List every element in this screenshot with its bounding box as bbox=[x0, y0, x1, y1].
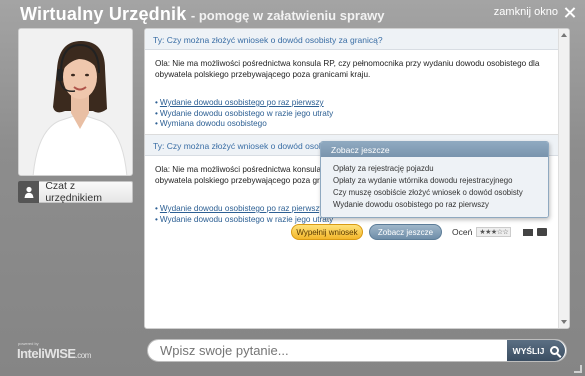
rating-stars[interactable]: ★★★☆☆ bbox=[476, 227, 512, 237]
popup-item[interactable]: Czy muszę osobiście złożyć wniosek o dow… bbox=[333, 187, 536, 199]
email-icon[interactable] bbox=[523, 228, 534, 236]
popup-item[interactable]: Wydanie dowodu osobistego po raz pierwsz… bbox=[333, 199, 536, 211]
link-item[interactable]: • Wydanie dowodu osobistego po raz pierws… bbox=[155, 98, 559, 109]
inteliwise-logo: InteliWISE.com bbox=[17, 346, 91, 361]
link-item[interactable]: • Wydanie dowodu osobistego w razie jego … bbox=[155, 109, 559, 120]
search-icon bbox=[550, 346, 560, 355]
related-links: • Wydanie dowodu osobistego po raz pierws… bbox=[145, 90, 569, 130]
chat-with-clerk-button[interactable]: Czat z urzędnikiem bbox=[18, 180, 133, 204]
user-question: Ty: Czy można złożyć wniosek o dowód oso… bbox=[145, 29, 569, 50]
popup-item[interactable]: Opłaty za wydanie wtórnika dowodu rejest… bbox=[333, 175, 536, 187]
question-input[interactable] bbox=[148, 343, 507, 358]
print-icon[interactable] bbox=[537, 228, 548, 236]
question-search-bar: WYŚLIJ bbox=[147, 339, 567, 362]
title-main: Wirtualny Urzędnik bbox=[20, 4, 187, 24]
scroll-up-icon[interactable] bbox=[561, 33, 567, 37]
popup-item[interactable]: Opłaty za rejestrację pojazdu bbox=[333, 163, 536, 175]
chat-label: Czat z urzędnikiem bbox=[45, 180, 102, 204]
answer-actions: Wypełnij wniosek Zobacz jeszcze Oceń ★★★… bbox=[291, 224, 548, 240]
close-label: zamknij okno bbox=[493, 6, 558, 18]
assistant-window: Wirtualny Urzędnik - pomogę w załatwieni… bbox=[0, 0, 585, 376]
scrollbar[interactable] bbox=[558, 29, 569, 328]
woman-with-headset-icon bbox=[19, 29, 132, 175]
title-sub: - pomogę w załatwieniu sprawy bbox=[190, 8, 385, 23]
see-more-button[interactable]: Zobacz jeszcze bbox=[369, 224, 442, 240]
resize-handle-icon[interactable] bbox=[574, 365, 582, 373]
link-item[interactable]: • Wymiana dowodu osobistego bbox=[155, 119, 559, 130]
popup-title: Zobacz jeszcze bbox=[321, 142, 548, 157]
window-title: Wirtualny Urzędnik - pomogę w załatwieni… bbox=[20, 4, 385, 25]
send-button[interactable]: WYŚLIJ bbox=[507, 340, 565, 361]
person-icon bbox=[18, 180, 40, 203]
conversation-block-1: Ty: Czy można złożyć wniosek o dowód oso… bbox=[145, 29, 569, 130]
fill-form-button[interactable]: Wypełnij wniosek bbox=[291, 224, 363, 240]
send-label: WYŚLIJ bbox=[512, 345, 545, 356]
see-more-popup: Zobacz jeszcze Opłaty za rejestrację poj… bbox=[320, 141, 549, 218]
rate-label: Oceń bbox=[452, 227, 473, 237]
rating: Oceń ★★★☆☆ bbox=[452, 227, 512, 237]
close-window-button[interactable]: zamknij okno bbox=[494, 6, 575, 18]
popup-list: Opłaty za rejestrację pojazdu Opłaty za … bbox=[321, 157, 548, 217]
consultant-avatar bbox=[18, 28, 133, 176]
close-icon bbox=[564, 7, 575, 18]
scroll-down-icon[interactable] bbox=[561, 320, 567, 324]
assistant-answer: Ola: Nie ma możliwości pośrednictwa kons… bbox=[155, 59, 540, 79]
